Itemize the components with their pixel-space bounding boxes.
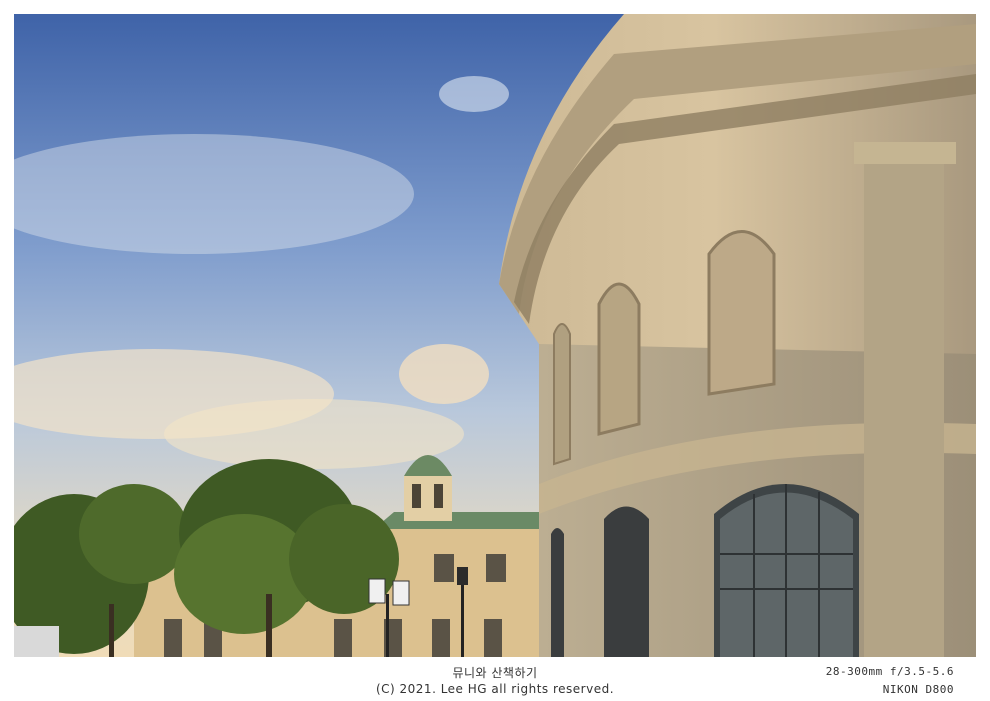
rotunda-building — [499, 14, 976, 657]
photo — [14, 14, 976, 657]
camera-model: NIKON D800 — [882, 683, 954, 696]
copyright-text: (C) 2021. Lee HG all rights reserved. — [375, 682, 615, 696]
parked-car — [14, 626, 59, 657]
cloud — [439, 76, 509, 112]
photo-scene — [14, 14, 976, 657]
lens-info: 28-300mm f/3.5-5.6 — [825, 665, 954, 678]
cloud — [399, 344, 489, 404]
